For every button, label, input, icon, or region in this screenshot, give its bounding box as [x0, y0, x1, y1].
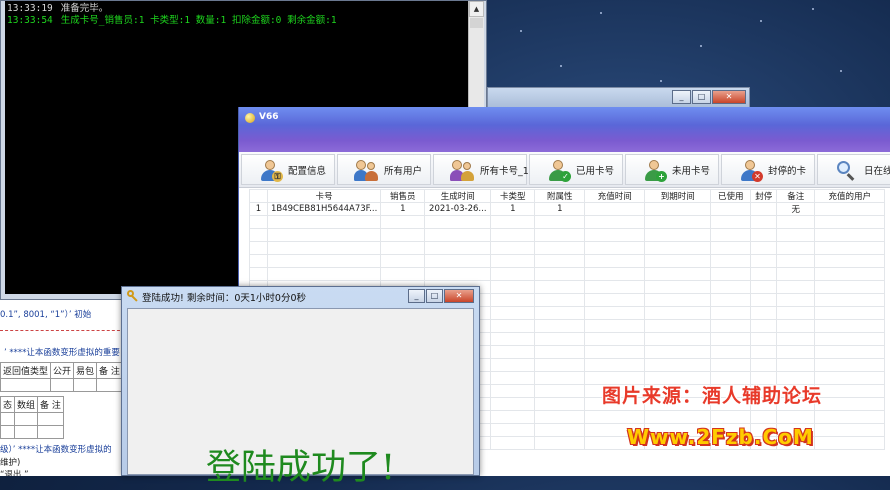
- users-icon: [354, 158, 378, 182]
- watermark-source: 图片来源：酒人辅助论坛: [602, 385, 823, 407]
- user-add-icon: +: [642, 158, 667, 182]
- user-blocked-icon: ✕: [738, 158, 763, 182]
- app-logo-icon: [245, 113, 255, 123]
- code-line: “退出 ”: [0, 470, 29, 476]
- table-cell: 1: [534, 202, 586, 216]
- config-info-button[interactable]: ⚿ 配置信息: [241, 154, 335, 185]
- close-icon[interactable]: ✕: [444, 289, 474, 303]
- column-header[interactable]: 销售员: [380, 189, 426, 203]
- blocked-cards-button[interactable]: ✕ 封停的卡: [721, 154, 815, 185]
- table-row: [249, 241, 886, 255]
- column-header[interactable]: 到期时间: [644, 189, 712, 203]
- maximize-icon[interactable]: □: [692, 90, 711, 104]
- table-cell: 1: [490, 202, 536, 216]
- table-cell: 2021-03-26...: [424, 202, 492, 216]
- code-table-cell: 备 注: [96, 362, 123, 379]
- table-cell: [814, 202, 886, 216]
- console-line: 13:33:19 准备完毕。: [7, 3, 109, 14]
- column-header[interactable]: 附属性: [534, 189, 586, 203]
- code-line: 维护): [0, 458, 21, 468]
- code-line: 级）’ ****让本函数变形虚拟的: [0, 445, 112, 455]
- used-cards-button[interactable]: ✓ 已用卡号: [529, 154, 623, 185]
- login-success-message: 登陆成功了!: [205, 448, 396, 488]
- user-check-icon: ✓: [546, 158, 571, 182]
- minimize-icon[interactable]: _: [408, 289, 425, 303]
- divider: [0, 330, 125, 331]
- column-header[interactable]: 生成时间: [424, 189, 492, 203]
- column-header[interactable]: 备注: [776, 189, 816, 203]
- code-table-cell: 返回值类型: [0, 362, 52, 379]
- table-cell: 1: [380, 202, 426, 216]
- table-row: [249, 254, 886, 268]
- table-row: [249, 267, 886, 281]
- close-icon[interactable]: ✕: [712, 90, 746, 104]
- table-cell: [584, 202, 646, 216]
- code-table: 态 数组 备 注: [0, 396, 64, 439]
- column-header[interactable]: 封停: [750, 189, 778, 203]
- column-header[interactable]: 充值时间: [584, 189, 646, 203]
- users-group-icon: [450, 158, 474, 182]
- console-line: 13:33:54 生成卡号_销售员:1 卡类型:1 数量:1 扣除金额:0 剩余金…: [7, 15, 337, 26]
- user-key-icon: ⚿: [258, 158, 283, 182]
- column-header[interactable]: 已使用: [710, 189, 752, 203]
- scroll-up-icon[interactable]: ▲: [469, 1, 484, 17]
- table-cell: 1B49CEB81H5644A73F...: [266, 202, 382, 216]
- code-table-cell: 数组: [14, 396, 39, 413]
- column-header[interactable]: 卡号: [266, 189, 382, 203]
- table-cell: [644, 202, 712, 216]
- scroll-thumb[interactable]: [470, 18, 483, 28]
- table-cell: [750, 202, 778, 216]
- table-cell: 无: [776, 202, 816, 216]
- table-cell: 1: [249, 202, 268, 216]
- maximize-icon[interactable]: □: [426, 289, 443, 303]
- code-table-cell: 易包: [73, 362, 98, 379]
- app-toolbar: ⚿ 配置信息 所有用户 所有卡号_1 ✓ 已用卡号 + 未用卡号 ✕ 封停的卡 …: [239, 152, 890, 188]
- dialog-title: 登陆成功! 剩余时间：0天1小时0分0秒: [142, 293, 307, 304]
- app-titlebar: V66: [239, 107, 890, 152]
- login-success-dialog: 登陆成功! 剩余时间：0天1小时0分0秒 _ □ ✕ 登陆成功了!: [121, 286, 480, 488]
- daily-online-button[interactable]: 日在线: [817, 154, 890, 185]
- code-line: ’ ****让本函数变形虚拟的重要: [4, 348, 120, 358]
- code-line: 0.1”, 8001, “1”）’ 初始: [0, 310, 92, 320]
- column-header[interactable]: 卡类型: [490, 189, 536, 203]
- watermark-url: Www.2Fzb.CoM: [627, 425, 814, 449]
- background-window-caption: _ □ ✕: [487, 87, 750, 109]
- dialog-client-area: 登陆成功了!: [127, 308, 474, 488]
- table-row: [249, 215, 886, 229]
- code-table-cell: 态: [0, 396, 16, 413]
- app-title: V66: [259, 112, 279, 122]
- column-header[interactable]: 充值的用户: [814, 189, 886, 203]
- unused-cards-button[interactable]: + 未用卡号: [625, 154, 719, 185]
- code-table-cell: 备 注: [37, 396, 64, 413]
- code-table: 返回值类型 公开 易包 备 注: [0, 362, 123, 392]
- column-header[interactable]: ID: [249, 189, 268, 203]
- all-users-button[interactable]: 所有用户: [337, 154, 431, 185]
- all-cards-button[interactable]: 所有卡号_1: [433, 154, 529, 185]
- minimize-icon[interactable]: _: [672, 90, 691, 104]
- key-icon: [127, 290, 139, 302]
- table-header-row: ID 卡号 销售员 生成时间 卡类型 附属性 充值时间 到期时间 已使用 封停 …: [249, 189, 886, 203]
- table-row: [249, 228, 886, 242]
- search-icon: [834, 158, 858, 182]
- code-editor: 0.1”, 8001, “1”）’ 初始 ’ ****让本函数变形虚拟的重要 返…: [0, 300, 125, 476]
- code-table-cell: 公开: [50, 362, 75, 379]
- table-row[interactable]: 1 1B49CEB81H5644A73F... 1 2021-03-26... …: [249, 202, 886, 216]
- table-cell: [710, 202, 752, 216]
